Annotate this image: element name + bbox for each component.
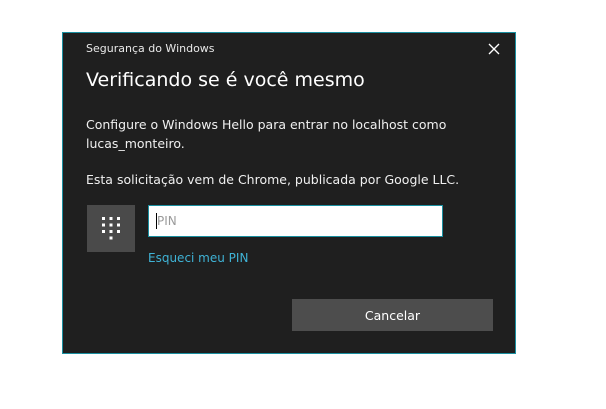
cancel-button[interactable]: Cancelar	[292, 299, 493, 331]
window-title: Segurança do Windows	[86, 42, 215, 55]
keypad-icon-box	[87, 205, 135, 252]
close-button[interactable]	[485, 40, 503, 58]
hello-message: Configure o Windows Hello para entrar no…	[86, 117, 447, 151]
close-icon	[488, 43, 500, 55]
request-info: Esta solicitação vem de Chrome, publicad…	[86, 172, 460, 187]
text-caret	[156, 213, 157, 229]
keypad-icon	[102, 216, 120, 239]
dialog-heading: Verificando se é você mesmo	[86, 69, 365, 91]
forgot-pin-link[interactable]: Esqueci meu PIN	[148, 251, 248, 265]
windows-security-dialog: Segurança do Windows Verificando se é vo…	[62, 32, 516, 354]
pin-input[interactable]	[148, 205, 443, 237]
